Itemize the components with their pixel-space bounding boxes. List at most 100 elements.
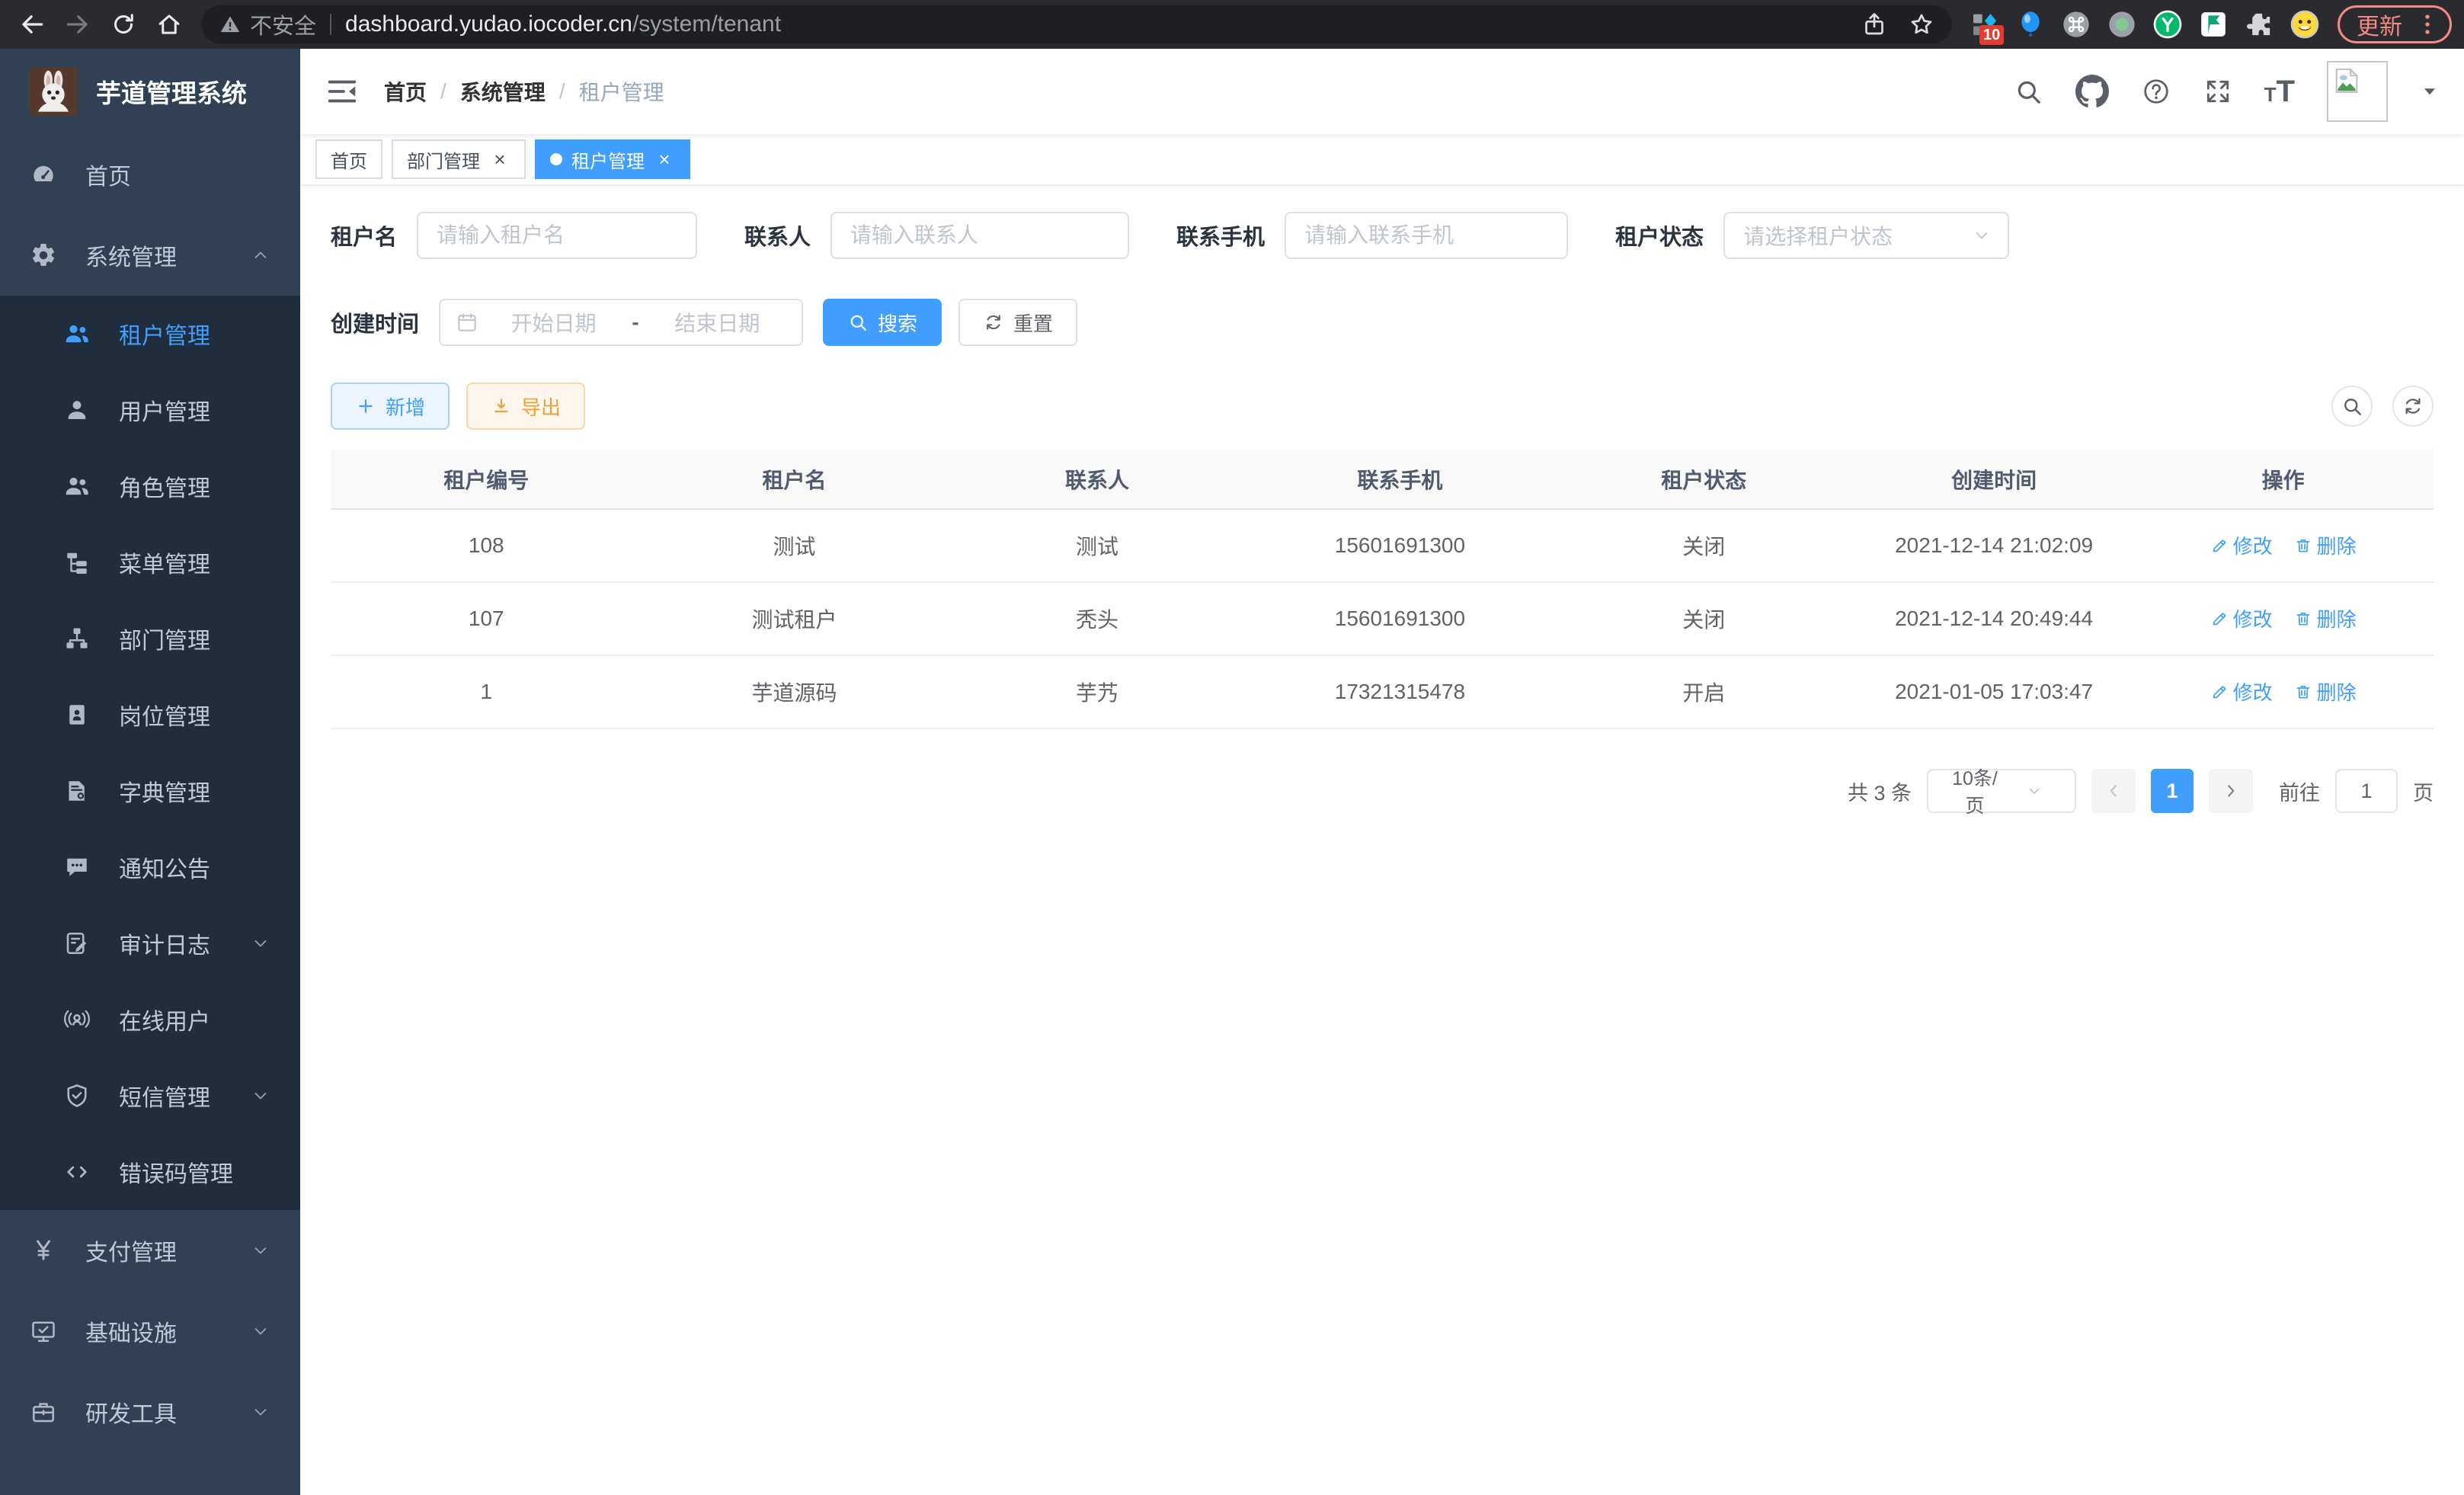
sidebar-item-角色管理[interactable]: 角色管理: [0, 448, 300, 524]
extension-flag-icon[interactable]: [2197, 8, 2229, 40]
tab-首页[interactable]: 首页: [315, 139, 382, 179]
browser-reload-button[interactable]: [104, 5, 143, 44]
address-bar[interactable]: 不安全 dashboard.yudao.iocoder.cn/system/te…: [201, 5, 1952, 43]
browser-back-button[interactable]: [12, 5, 52, 44]
sidebar-item-菜单管理[interactable]: 菜单管理: [0, 524, 300, 600]
delete-link[interactable]: 删除: [2294, 531, 2357, 559]
tab-label: 首页: [331, 146, 367, 173]
tab-租户管理[interactable]: 租户管理 ×: [535, 139, 690, 179]
sidebar-item-通知公告[interactable]: 通知公告: [0, 829, 300, 905]
edit-link[interactable]: 修改: [2210, 531, 2273, 559]
rabbit-logo-icon: [29, 67, 78, 116]
broken-image-icon: [2331, 66, 2362, 96]
breadcrumb-home[interactable]: 首页: [384, 76, 427, 107]
sidebar-item-label: 研发工具: [85, 1395, 177, 1429]
extension-grid-diamond-icon[interactable]: 10: [1969, 8, 2001, 40]
breadcrumb-separator: /: [440, 79, 446, 104]
tenant-name-input[interactable]: [417, 212, 697, 259]
share-icon[interactable]: [1861, 11, 1888, 38]
sidebar-item-label: 角色管理: [119, 469, 210, 503]
sidebar-item-研发工具[interactable]: 研发工具: [0, 1372, 300, 1452]
fullscreen-icon[interactable]: [2203, 77, 2232, 106]
browser-home-button[interactable]: [149, 5, 189, 44]
app-title: 芋道管理系统: [96, 73, 247, 110]
sidebar-item-部门管理[interactable]: 部门管理: [0, 600, 300, 677]
refresh-table-button[interactable]: [2392, 386, 2434, 427]
delete-link[interactable]: 删除: [2294, 677, 2357, 706]
edit-link[interactable]: 修改: [2210, 604, 2273, 632]
profile-emoji-icon[interactable]: [2289, 8, 2321, 40]
menu-dots-icon[interactable]: [2414, 11, 2440, 37]
security-label: 不安全: [250, 8, 316, 40]
help-icon[interactable]: [2141, 76, 2171, 107]
goto-page-input[interactable]: [2335, 769, 2398, 813]
font-size-icon[interactable]: TT: [2264, 75, 2295, 109]
sidebar-item-首页[interactable]: 首页: [0, 134, 300, 215]
tab-close-icon[interactable]: ×: [489, 149, 510, 170]
sidebar-item-字典管理[interactable]: 字典管理: [0, 753, 300, 829]
sidebar-item-岗位管理[interactable]: 岗位管理: [0, 677, 300, 753]
active-tab-dot: [550, 153, 562, 165]
sidebar-item-租户管理[interactable]: 租户管理: [0, 296, 300, 372]
extensions-puzzle-icon[interactable]: [2243, 8, 2275, 40]
sidebar-item-系统管理[interactable]: 系统管理: [0, 215, 300, 296]
extension-green-y-icon[interactable]: [2152, 8, 2184, 40]
extension-balloon-icon[interactable]: [2014, 8, 2046, 40]
page-size-select[interactable]: 10条/页: [1927, 769, 2076, 813]
sidebar-item-基础设施[interactable]: 基础设施: [0, 1291, 300, 1372]
sidebar-item-在线用户[interactable]: 在线用户: [0, 981, 300, 1058]
arrow-left-icon: [18, 10, 46, 39]
avatar-caret-down-icon[interactable]: [2420, 82, 2440, 101]
user-avatar[interactable]: [2327, 61, 2388, 122]
security-chip[interactable]: 不安全: [218, 8, 316, 40]
export-button[interactable]: 导出: [466, 383, 585, 430]
sidebar-item-错误码管理[interactable]: 错误码管理: [0, 1134, 300, 1210]
page-number-1[interactable]: 1: [2151, 769, 2194, 813]
tab-label: 租户管理: [571, 146, 645, 173]
search-button[interactable]: 搜索: [823, 299, 942, 346]
sidebar-item-短信管理[interactable]: 短信管理: [0, 1058, 300, 1134]
toggle-search-button[interactable]: [2331, 386, 2373, 427]
pencil-icon: [2210, 683, 2229, 701]
search-button-icon: [847, 312, 869, 333]
cell-status: 关闭: [1553, 582, 1855, 655]
reset-button[interactable]: 重置: [958, 299, 1077, 346]
sidebar-toggle-hamburger-icon[interactable]: [325, 74, 360, 109]
breadcrumb-system[interactable]: 系统管理: [460, 76, 546, 107]
header-search-icon[interactable]: [2013, 76, 2043, 107]
sidebar-item-label: 审计日志: [119, 927, 210, 960]
sidebar-item-用户管理[interactable]: 用户管理: [0, 372, 300, 448]
cell-actions: 修改删除: [2133, 509, 2434, 582]
sidebar-item-审计日志[interactable]: 审计日志: [0, 905, 300, 981]
browser-toolbar: 不安全 dashboard.yudao.iocoder.cn/system/te…: [0, 0, 2464, 49]
next-page-button[interactable]: [2209, 769, 2253, 813]
sidebar-item-支付管理[interactable]: 支付管理: [0, 1210, 300, 1291]
prev-page-button[interactable]: [2091, 769, 2136, 813]
extension-command-icon[interactable]: [2060, 8, 2092, 40]
cell-id: 1: [331, 655, 642, 728]
yen-icon: [29, 1236, 58, 1265]
app-logo[interactable]: 芋道管理系统: [0, 49, 300, 134]
trash-icon: [2294, 683, 2312, 701]
mobile-input[interactable]: [1285, 212, 1568, 259]
browser-update-button[interactable]: 更新: [2338, 5, 2452, 43]
contact-input[interactable]: [830, 212, 1129, 259]
delete-link[interactable]: 删除: [2294, 604, 2357, 632]
create-time-daterange[interactable]: 开始日期 - 结束日期: [439, 299, 803, 346]
github-icon[interactable]: [2075, 75, 2109, 108]
cell-name: 测试租户: [642, 582, 946, 655]
tab-close-icon[interactable]: ×: [654, 149, 675, 170]
status-select[interactable]: 请选择租户状态: [1723, 212, 2009, 259]
sidebar: 芋道管理系统 首页系统管理租户管理用户管理角色管理菜单管理部门管理岗位管理字典管…: [0, 49, 300, 1495]
bookmark-star-icon[interactable]: [1908, 11, 1935, 38]
cell-contact: 测试: [947, 509, 1248, 582]
table-header-row: 租户编号租户名联系人联系手机租户状态创建时间操作: [331, 450, 2434, 509]
browser-forward-button[interactable]: [58, 5, 98, 44]
extension-recorder-icon[interactable]: [2106, 8, 2138, 40]
menu-tree-icon: [62, 548, 91, 577]
edit-link[interactable]: 修改: [2210, 677, 2273, 706]
tab-部门管理[interactable]: 部门管理×: [392, 139, 526, 179]
add-button[interactable]: 新增: [331, 383, 450, 430]
top-navbar: 首页 / 系统管理 / 租户管理 TT: [300, 49, 2464, 134]
reload-icon: [110, 11, 137, 38]
